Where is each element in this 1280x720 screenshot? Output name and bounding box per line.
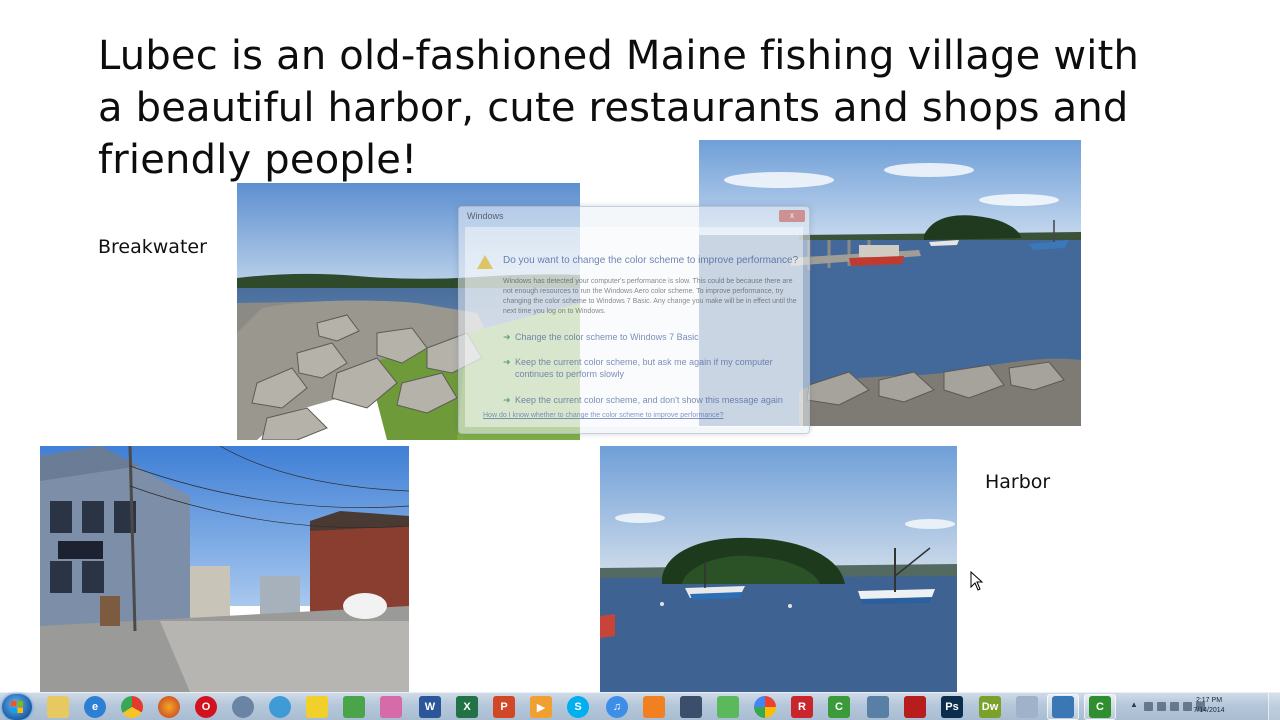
system-tray: ▲ 2:17 PM 7/14/2014 <box>1130 693 1280 720</box>
opera-icon[interactable]: O <box>195 696 217 718</box>
option-change-scheme[interactable]: Change the color scheme to Windows 7 Bas… <box>515 331 795 343</box>
sync-icon[interactable] <box>717 696 739 718</box>
harbor-caption: Harbor <box>985 471 1051 493</box>
system-clock[interactable]: 2:17 PM 7/14/2014 <box>1184 696 1234 716</box>
dialog-question: Do you want to change the color scheme t… <box>503 255 799 266</box>
itunes-icon[interactable]: ♫ <box>606 696 628 718</box>
clock-time: 2:17 PM <box>1195 697 1223 704</box>
photoshop-icon[interactable]: Ps <box>941 696 963 718</box>
network-tool-icon[interactable] <box>867 696 889 718</box>
performance-dialog: Windows x Do you want to change the colo… <box>458 206 810 434</box>
monitor-icon[interactable] <box>1157 702 1166 711</box>
warning-icon <box>477 255 493 269</box>
reader-icon[interactable]: R <box>791 696 813 718</box>
internet-explorer-icon[interactable]: e <box>84 696 106 718</box>
flag-icon[interactable] <box>1144 702 1153 711</box>
camtasia-icon[interactable]: C <box>828 696 850 718</box>
folder-icon[interactable] <box>47 696 69 718</box>
firefox-icon[interactable] <box>158 696 180 718</box>
arrow-icon: ➜ <box>503 395 511 405</box>
network-status-icon[interactable] <box>1170 702 1179 711</box>
chrome-icon[interactable] <box>121 696 143 718</box>
street-photo <box>40 446 409 692</box>
dialog-title: Windows <box>467 211 504 221</box>
mouse-cursor-icon <box>970 571 984 591</box>
show-hidden-icons-icon[interactable]: ▲ <box>1130 700 1139 709</box>
dreamweaver-icon[interactable]: Dw <box>979 696 1001 718</box>
dialog-description: Windows has detected your computer's per… <box>503 278 797 315</box>
harbor-boats-photo <box>600 446 957 692</box>
show-desktop-button[interactable] <box>1268 693 1280 720</box>
arrow-icon: ➜ <box>503 332 511 342</box>
dialog-help-link[interactable]: How do I know whether to change the colo… <box>483 412 723 419</box>
vlc-icon[interactable] <box>643 696 665 718</box>
clock-date: 7/14/2014 <box>1193 707 1225 714</box>
option-keep-ask-again[interactable]: Keep the current color scheme, but ask m… <box>515 356 795 380</box>
windows-taskbar: e O W X P ▶ S ♫ R C Ps Dw C ▲ 2:17 PM 7/… <box>0 692 1280 720</box>
dialog-body: Do you want to change the color scheme t… <box>465 227 803 427</box>
breakwater-caption: Breakwater <box>98 236 207 258</box>
windows-logo-icon <box>11 701 23 713</box>
powerpoint-icon[interactable]: P <box>493 696 515 718</box>
game-icon[interactable] <box>306 696 328 718</box>
option-keep-dont-show[interactable]: Keep the current color scheme, and don't… <box>515 394 795 406</box>
skype-icon[interactable]: S <box>567 696 589 718</box>
camtasia-recorder-icon[interactable]: C <box>1089 696 1111 718</box>
gift-icon[interactable] <box>380 696 402 718</box>
settings-icon[interactable] <box>232 696 254 718</box>
presentation-slide: Lubec is an old-fashioned Maine fishing … <box>0 0 1280 692</box>
network-icon[interactable] <box>269 696 291 718</box>
picture-viewer-icon[interactable] <box>1052 696 1074 718</box>
word-icon[interactable]: W <box>419 696 441 718</box>
dialog-close-button[interactable]: x <box>779 210 805 222</box>
excel-icon[interactable]: X <box>456 696 478 718</box>
messenger-icon[interactable] <box>343 696 365 718</box>
media-player-icon[interactable]: ▶ <box>530 696 552 718</box>
start-button[interactable] <box>2 694 32 720</box>
acrobat-icon[interactable] <box>904 696 926 718</box>
picasa-icon[interactable] <box>754 696 776 718</box>
calculator-device-icon[interactable] <box>680 696 702 718</box>
arrow-icon: ➜ <box>503 357 511 367</box>
calculator-icon[interactable] <box>1016 696 1038 718</box>
